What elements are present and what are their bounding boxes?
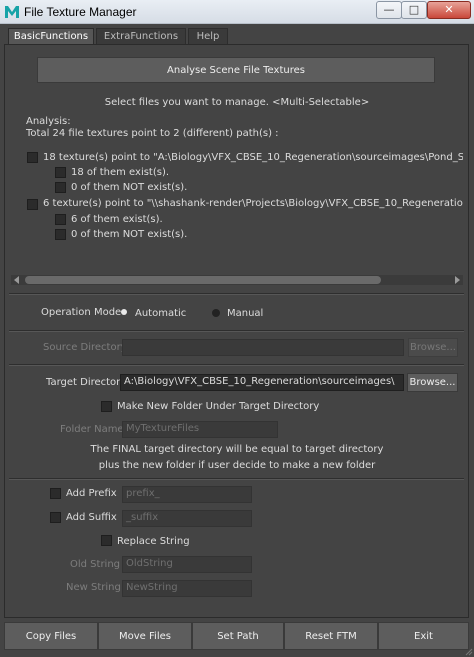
final-note-line2: plus the new folder if user decide to ma… bbox=[98, 460, 376, 471]
minimize-icon: — bbox=[383, 3, 395, 16]
list-item[interactable]: 6 of them exist(s). bbox=[71, 214, 163, 225]
group-checkbox[interactable] bbox=[27, 199, 38, 210]
old-string-field[interactable]: OldString bbox=[122, 556, 252, 573]
texture-path-list[interactable]: 18 texture(s) point to "A:\Biology\VFX_C… bbox=[11, 145, 463, 270]
list-item[interactable]: 18 of them exist(s). bbox=[71, 167, 169, 178]
close-button[interactable]: ✕ bbox=[427, 1, 471, 19]
exist-checkbox[interactable] bbox=[55, 214, 66, 225]
exist-checkbox[interactable] bbox=[55, 167, 66, 178]
list-item[interactable]: 6 texture(s) point to "\\shashank-render… bbox=[43, 198, 463, 209]
copy-files-button[interactable]: Copy Files bbox=[4, 622, 98, 650]
divider bbox=[9, 293, 464, 295]
list-item[interactable]: 18 texture(s) point to "A:\Biology\VFX_C… bbox=[43, 152, 463, 163]
divider bbox=[9, 364, 464, 366]
bottom-button-bar: Copy Files Move Files Set Path Reset FTM… bbox=[4, 622, 469, 650]
add-prefix-checkbox[interactable] bbox=[50, 488, 61, 499]
analysis-heading: Analysis: bbox=[26, 116, 71, 127]
not-exist-checkbox[interactable] bbox=[55, 229, 66, 240]
instruction-text: Select files you want to manage. <Multi-… bbox=[104, 97, 370, 108]
set-path-button[interactable]: Set Path bbox=[192, 622, 284, 650]
add-suffix-checkbox[interactable] bbox=[50, 512, 61, 523]
old-string-label: Old String bbox=[70, 559, 121, 570]
automatic-radio[interactable] bbox=[121, 309, 127, 315]
source-directory-field[interactable] bbox=[122, 339, 404, 356]
list-item[interactable]: 0 of them NOT exist(s). bbox=[71, 182, 187, 193]
reset-ftm-button[interactable]: Reset FTM bbox=[284, 622, 378, 650]
exit-button[interactable]: Exit bbox=[378, 622, 469, 650]
target-directory-field[interactable]: A:\Biology\VFX_CBSE_10_Regeneration\sour… bbox=[120, 374, 404, 391]
new-string-label: New String bbox=[66, 582, 121, 593]
scroll-right-icon[interactable] bbox=[453, 276, 461, 284]
close-icon: ✕ bbox=[444, 3, 454, 16]
not-exist-checkbox[interactable] bbox=[55, 182, 66, 193]
divider bbox=[9, 330, 464, 332]
automatic-radio-label[interactable]: Automatic bbox=[135, 308, 186, 319]
folder-name-label: Folder Name bbox=[60, 424, 124, 435]
add-prefix-label[interactable]: Add Prefix bbox=[66, 488, 117, 499]
suffix-field[interactable]: _suffix bbox=[122, 510, 252, 527]
scroll-left-icon[interactable] bbox=[13, 276, 21, 284]
move-files-button[interactable]: Move Files bbox=[98, 622, 192, 650]
make-new-folder-checkbox[interactable] bbox=[101, 401, 112, 412]
manual-radio[interactable] bbox=[212, 309, 220, 317]
replace-string-label[interactable]: Replace String bbox=[117, 536, 190, 547]
manual-radio-label[interactable]: Manual bbox=[227, 308, 263, 319]
prefix-field[interactable]: prefix_ bbox=[122, 486, 252, 503]
tab-basic-functions[interactable]: BasicFunctions bbox=[8, 28, 94, 45]
operation-mode-label: Operation Mode bbox=[41, 307, 122, 318]
folder-name-field[interactable]: MyTextureFiles bbox=[122, 421, 278, 438]
maya-icon bbox=[5, 6, 19, 18]
tab-help[interactable]: Help bbox=[188, 28, 228, 45]
maximize-button[interactable]: □ bbox=[401, 1, 427, 19]
new-string-field[interactable]: NewString bbox=[122, 580, 252, 597]
analysis-summary: Total 24 file textures point to 2 (diffe… bbox=[26, 128, 279, 139]
add-suffix-label[interactable]: Add Suffix bbox=[66, 512, 117, 523]
divider bbox=[9, 478, 464, 480]
list-item[interactable]: 0 of them NOT exist(s). bbox=[71, 229, 187, 240]
source-directory-label: Source Directory bbox=[43, 342, 127, 353]
title-bar: File Texture Manager — □ ✕ bbox=[0, 0, 474, 24]
minimize-button[interactable]: — bbox=[376, 1, 402, 19]
maximize-icon: □ bbox=[408, 3, 420, 16]
replace-string-checkbox[interactable] bbox=[101, 535, 112, 546]
tab-extra-functions[interactable]: ExtraFunctions bbox=[96, 28, 186, 45]
group-checkbox[interactable] bbox=[27, 152, 38, 163]
resize-grip-icon[interactable] bbox=[463, 646, 473, 656]
final-note-line1: The FINAL target directory will be equal… bbox=[90, 444, 384, 455]
window-title: File Texture Manager bbox=[24, 5, 137, 19]
horizontal-scrollbar[interactable] bbox=[11, 275, 463, 285]
analyse-button[interactable]: Analyse Scene File Textures bbox=[37, 57, 435, 83]
make-new-folder-label[interactable]: Make New Folder Under Target Directory bbox=[117, 401, 319, 412]
target-directory-label: Target Directory bbox=[46, 377, 127, 388]
source-browse-button[interactable]: Browse... bbox=[408, 338, 458, 357]
target-browse-button[interactable]: Browse... bbox=[407, 373, 458, 392]
scrollbar-thumb[interactable] bbox=[25, 276, 381, 284]
